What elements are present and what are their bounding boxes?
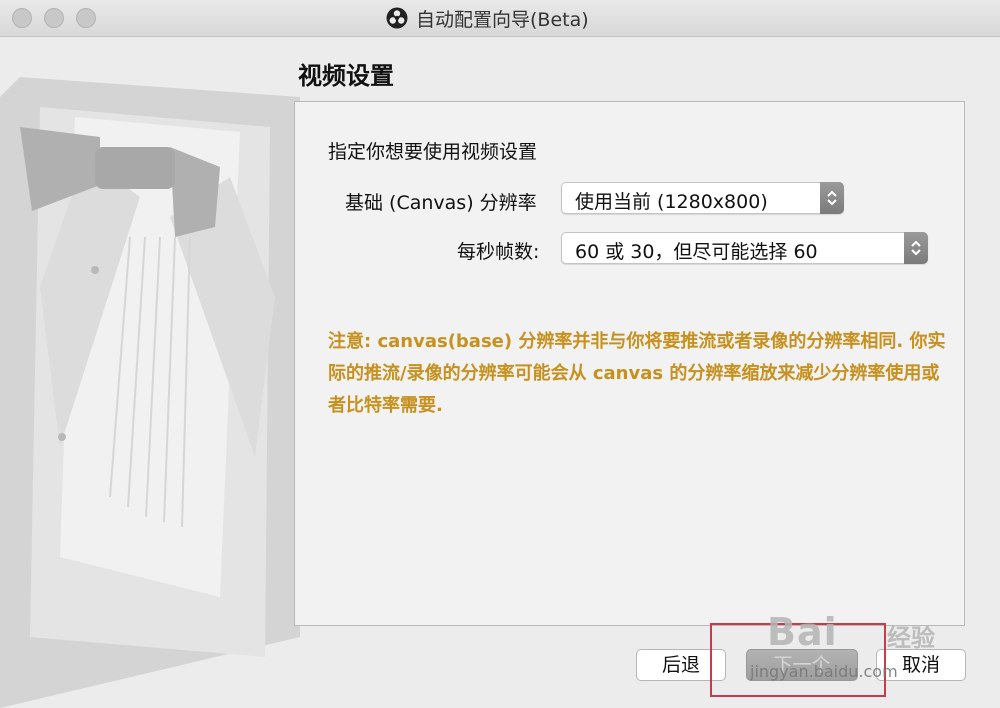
window-titlebar: 自动配置向导(Beta) [0, 0, 1000, 37]
tuxedo-illustration [0, 77, 300, 708]
obs-icon [386, 7, 408, 29]
fps-select[interactable]: 60 或 30，但尽可能选择 60 [561, 232, 928, 264]
cancel-button[interactable]: 取消 [876, 649, 966, 681]
fps-label: 每秒帧数: [457, 241, 540, 263]
fps-value: 60 或 30，但尽可能选择 60 [575, 241, 818, 263]
highlight-box [710, 623, 886, 697]
settings-panel: 指定你想要使用视频设置 基础 (Canvas) 分辨率 使用当前 (1280x8… [294, 101, 965, 626]
resolution-value: 使用当前 (1280x800) [575, 191, 768, 213]
updown-chevron-icon [904, 232, 928, 264]
zoom-window-button[interactable] [76, 8, 96, 28]
minimize-window-button[interactable] [44, 8, 64, 28]
updown-chevron-icon [820, 182, 844, 214]
resolution-note: 注意: canvas(base) 分辨率并非与你将要推流或者录像的分辨率相同. … [328, 331, 946, 416]
page-title: 视频设置 [298, 62, 394, 90]
window-title-group: 自动配置向导(Beta) [386, 5, 589, 31]
close-window-button[interactable] [12, 8, 32, 28]
resolution-label: 基础 (Canvas) 分辨率 [345, 192, 537, 214]
window-title: 自动配置向导(Beta) [416, 8, 589, 31]
resolution-select[interactable]: 使用当前 (1280x800) [561, 182, 844, 214]
page-description: 指定你想要使用视频设置 [328, 141, 538, 163]
